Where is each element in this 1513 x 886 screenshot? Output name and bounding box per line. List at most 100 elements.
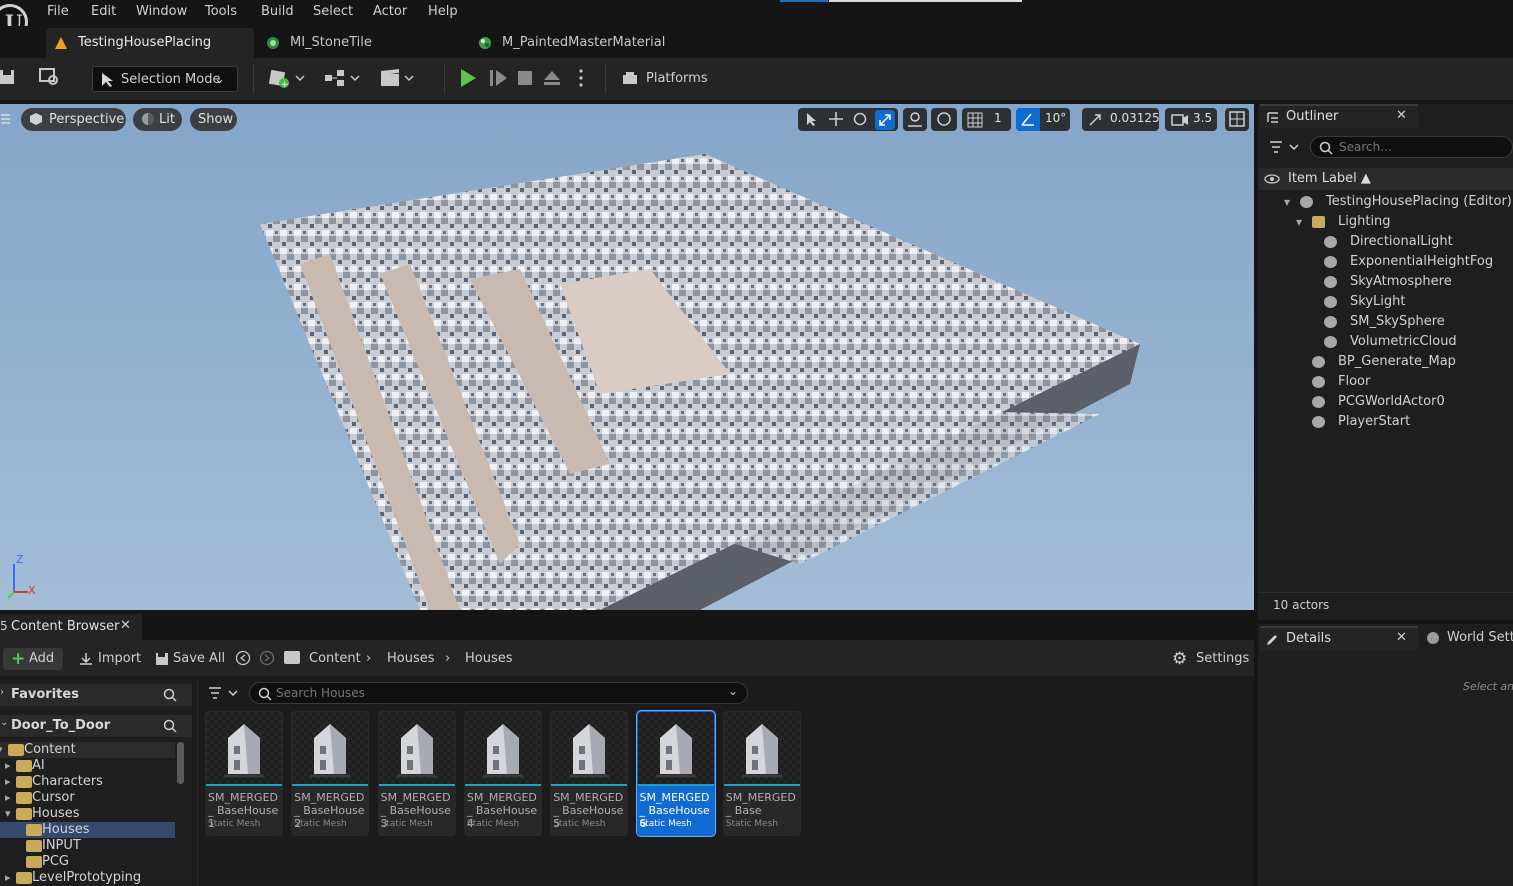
add-button[interactable]: + Add xyxy=(3,648,63,670)
outliner-item-testinghouseplacing-editor[interactable]: ▾ TestingHousePlacing (Editor) xyxy=(1258,192,1513,212)
asset-tile[interactable]: SM_MERGED_ BaseHouse6 Static Mesh xyxy=(635,710,716,837)
folder-tree-item-cursor[interactable]: ▸ Cursor xyxy=(0,790,175,806)
perspective-button[interactable]: Perspective xyxy=(21,108,126,131)
outliner-item-skyatmosphere[interactable]: SkyAtmosphere xyxy=(1258,272,1513,292)
menu-select[interactable]: Select xyxy=(313,4,353,19)
tab-mi-stonetile[interactable]: MI_StoneTile xyxy=(258,28,458,58)
filter-icon[interactable] xyxy=(1268,139,1304,155)
tab-m-paintedmastermaterial[interactable]: M_PaintedMasterMaterial xyxy=(470,28,700,58)
menu-edit[interactable]: Edit xyxy=(91,4,116,19)
details-tab[interactable]: Details ✕ xyxy=(1260,626,1418,650)
level-viewport[interactable] xyxy=(0,104,1254,610)
viewport-menu-icon[interactable] xyxy=(0,112,12,126)
folder-tree-item-input[interactable]: INPUT xyxy=(0,838,175,854)
scale-snap-button[interactable]: 0.03125 xyxy=(1082,108,1160,131)
chevron-down-icon[interactable]: ▾ xyxy=(1296,212,1302,232)
tab-testinghouseplacing[interactable]: TestingHousePlacing xyxy=(46,28,254,58)
outliner-item-pcgworldactor0[interactable]: PCGWorldActor0 xyxy=(1258,392,1513,412)
outliner-item-lighting[interactable]: ▾ Lighting xyxy=(1258,212,1513,232)
asset-search-box[interactable]: ⌄ xyxy=(249,682,748,704)
blueprint-icon[interactable] xyxy=(323,67,363,89)
outliner-item-floor[interactable]: Floor xyxy=(1258,372,1513,392)
camera-speed-button[interactable]: 3.5 xyxy=(1165,108,1217,131)
sources-scrollbar[interactable] xyxy=(177,742,184,784)
chevron-down-icon[interactable]: ▾ xyxy=(5,806,11,822)
asset-tile[interactable]: SM_MERGED_ BaseHouse4 Static Mesh xyxy=(463,711,542,836)
folder-tree-item-ai[interactable]: ▸ AI xyxy=(0,758,175,774)
chevron-right-icon[interactable]: ▸ xyxy=(5,758,11,774)
selection-mode-dropdown[interactable]: Selection Mode ⌄ xyxy=(92,66,238,92)
breadcrumb-content[interactable]: Content xyxy=(309,648,361,670)
outliner-tab[interactable]: Outliner ✕ xyxy=(1260,104,1418,128)
asset-tile[interactable]: SM_MERGED_ BaseHouse5 Static Mesh xyxy=(550,711,629,836)
favorites-header[interactable]: › Favorites xyxy=(0,684,192,706)
eject-icon[interactable] xyxy=(542,67,564,89)
chevron-down-icon[interactable]: ⌄ xyxy=(728,684,738,698)
settings-button[interactable]: ⚙ Settings xyxy=(1172,648,1249,670)
asset-tile[interactable]: SM_MERGED_ BaseHouse2 Static Mesh xyxy=(291,711,370,836)
menu-window[interactable]: Window xyxy=(136,4,187,19)
outliner-search-input[interactable] xyxy=(1339,139,1509,155)
forward-icon[interactable] xyxy=(259,650,277,666)
scale-tool-button[interactable] xyxy=(875,110,895,130)
viewport-layout-button[interactable] xyxy=(1225,108,1249,131)
surface-snap-button[interactable] xyxy=(903,108,927,131)
cinematics-icon[interactable] xyxy=(379,67,419,89)
outliner-search-box[interactable] xyxy=(1310,136,1513,158)
filter-icon[interactable] xyxy=(207,685,243,701)
outliner-item-skylight[interactable]: SkyLight xyxy=(1258,292,1513,312)
close-icon[interactable]: ✕ xyxy=(1396,108,1407,123)
folder-tree-item-content[interactable]: ▾ Content xyxy=(0,742,175,758)
outliner-item-directionallight[interactable]: DirectionalLight xyxy=(1258,232,1513,252)
add-actor-icon[interactable]: + xyxy=(268,67,308,89)
menu-help[interactable]: Help xyxy=(428,4,458,19)
chevron-right-icon[interactable]: ▸ xyxy=(5,790,11,806)
angle-snap-button[interactable]: 10° xyxy=(1016,108,1070,131)
menu-build[interactable]: Build xyxy=(261,4,294,19)
save-all-button[interactable]: Save All xyxy=(155,648,225,670)
play-icon[interactable] xyxy=(457,67,479,89)
search-icon[interactable] xyxy=(163,719,177,733)
menu-tools[interactable]: Tools xyxy=(205,4,237,19)
breadcrumb-houses-current[interactable]: Houses xyxy=(465,648,513,670)
move-tool-icon[interactable] xyxy=(828,111,844,127)
import-button[interactable]: Import xyxy=(78,648,141,670)
outliner-item-bp-generate-map[interactable]: BP_Generate_Map xyxy=(1258,352,1513,372)
asset-search-input[interactable] xyxy=(276,685,716,701)
grid-snap-button[interactable]: 1 xyxy=(962,108,1011,131)
chevron-down-icon[interactable]: ▾ xyxy=(1284,192,1290,212)
outliner-item-playerstart[interactable]: PlayerStart xyxy=(1258,412,1513,432)
breadcrumb-houses[interactable]: Houses xyxy=(387,648,435,670)
asset-tile[interactable]: SM_MERGED_ BaseHouse3 Static Mesh xyxy=(377,711,456,836)
project-header[interactable]: ⌄ Door_To_Door xyxy=(0,715,192,737)
close-icon[interactable]: ✕ xyxy=(120,618,131,633)
chevron-right-icon[interactable]: ▸ xyxy=(5,774,11,790)
step-icon[interactable] xyxy=(487,67,509,89)
folder-tree-item-houses[interactable]: Houses xyxy=(0,822,175,838)
eye-icon[interactable] xyxy=(1264,173,1280,185)
outliner-item-sm-skysphere[interactable]: SM_SkySphere xyxy=(1258,312,1513,332)
stop-icon[interactable] xyxy=(515,67,537,89)
outliner-item-volumetriccloud[interactable]: VolumetricCloud xyxy=(1258,332,1513,352)
angle-snap-toggle[interactable] xyxy=(1016,108,1040,131)
asset-tile[interactable]: SM_MERGED_ Base Static Mesh xyxy=(722,711,801,836)
select-arrow-icon[interactable] xyxy=(805,112,819,128)
show-button[interactable]: Show xyxy=(190,108,237,131)
folder-tree-item-houses[interactable]: ▾ Houses xyxy=(0,806,175,822)
folder-tree-item-levelprototyping[interactable]: ▸ LevelPrototyping xyxy=(0,870,175,886)
more-options-icon[interactable] xyxy=(575,67,587,89)
chevron-right-icon[interactable]: ▸ xyxy=(5,870,11,886)
menu-actor[interactable]: Actor xyxy=(373,4,407,19)
content-browser-icon[interactable] xyxy=(38,67,62,87)
folder-tree-item-characters[interactable]: ▸ Characters xyxy=(0,774,175,790)
back-icon[interactable] xyxy=(235,650,253,666)
outliner-item-exponentialheightfog[interactable]: ExponentialHeightFog xyxy=(1258,252,1513,272)
platforms-dropdown[interactable]: Platforms ⌄ xyxy=(622,66,722,112)
rotate-tool-icon[interactable] xyxy=(852,111,868,127)
item-label-column[interactable]: Item Label ▲ xyxy=(1288,171,1371,186)
folder-tree-item-pcg[interactable]: PCG xyxy=(0,854,175,870)
search-icon[interactable] xyxy=(163,688,177,702)
menu-file[interactable]: File xyxy=(47,4,69,19)
world-local-button[interactable] xyxy=(931,108,957,131)
chevron-down-icon[interactable]: ▾ xyxy=(0,742,3,758)
